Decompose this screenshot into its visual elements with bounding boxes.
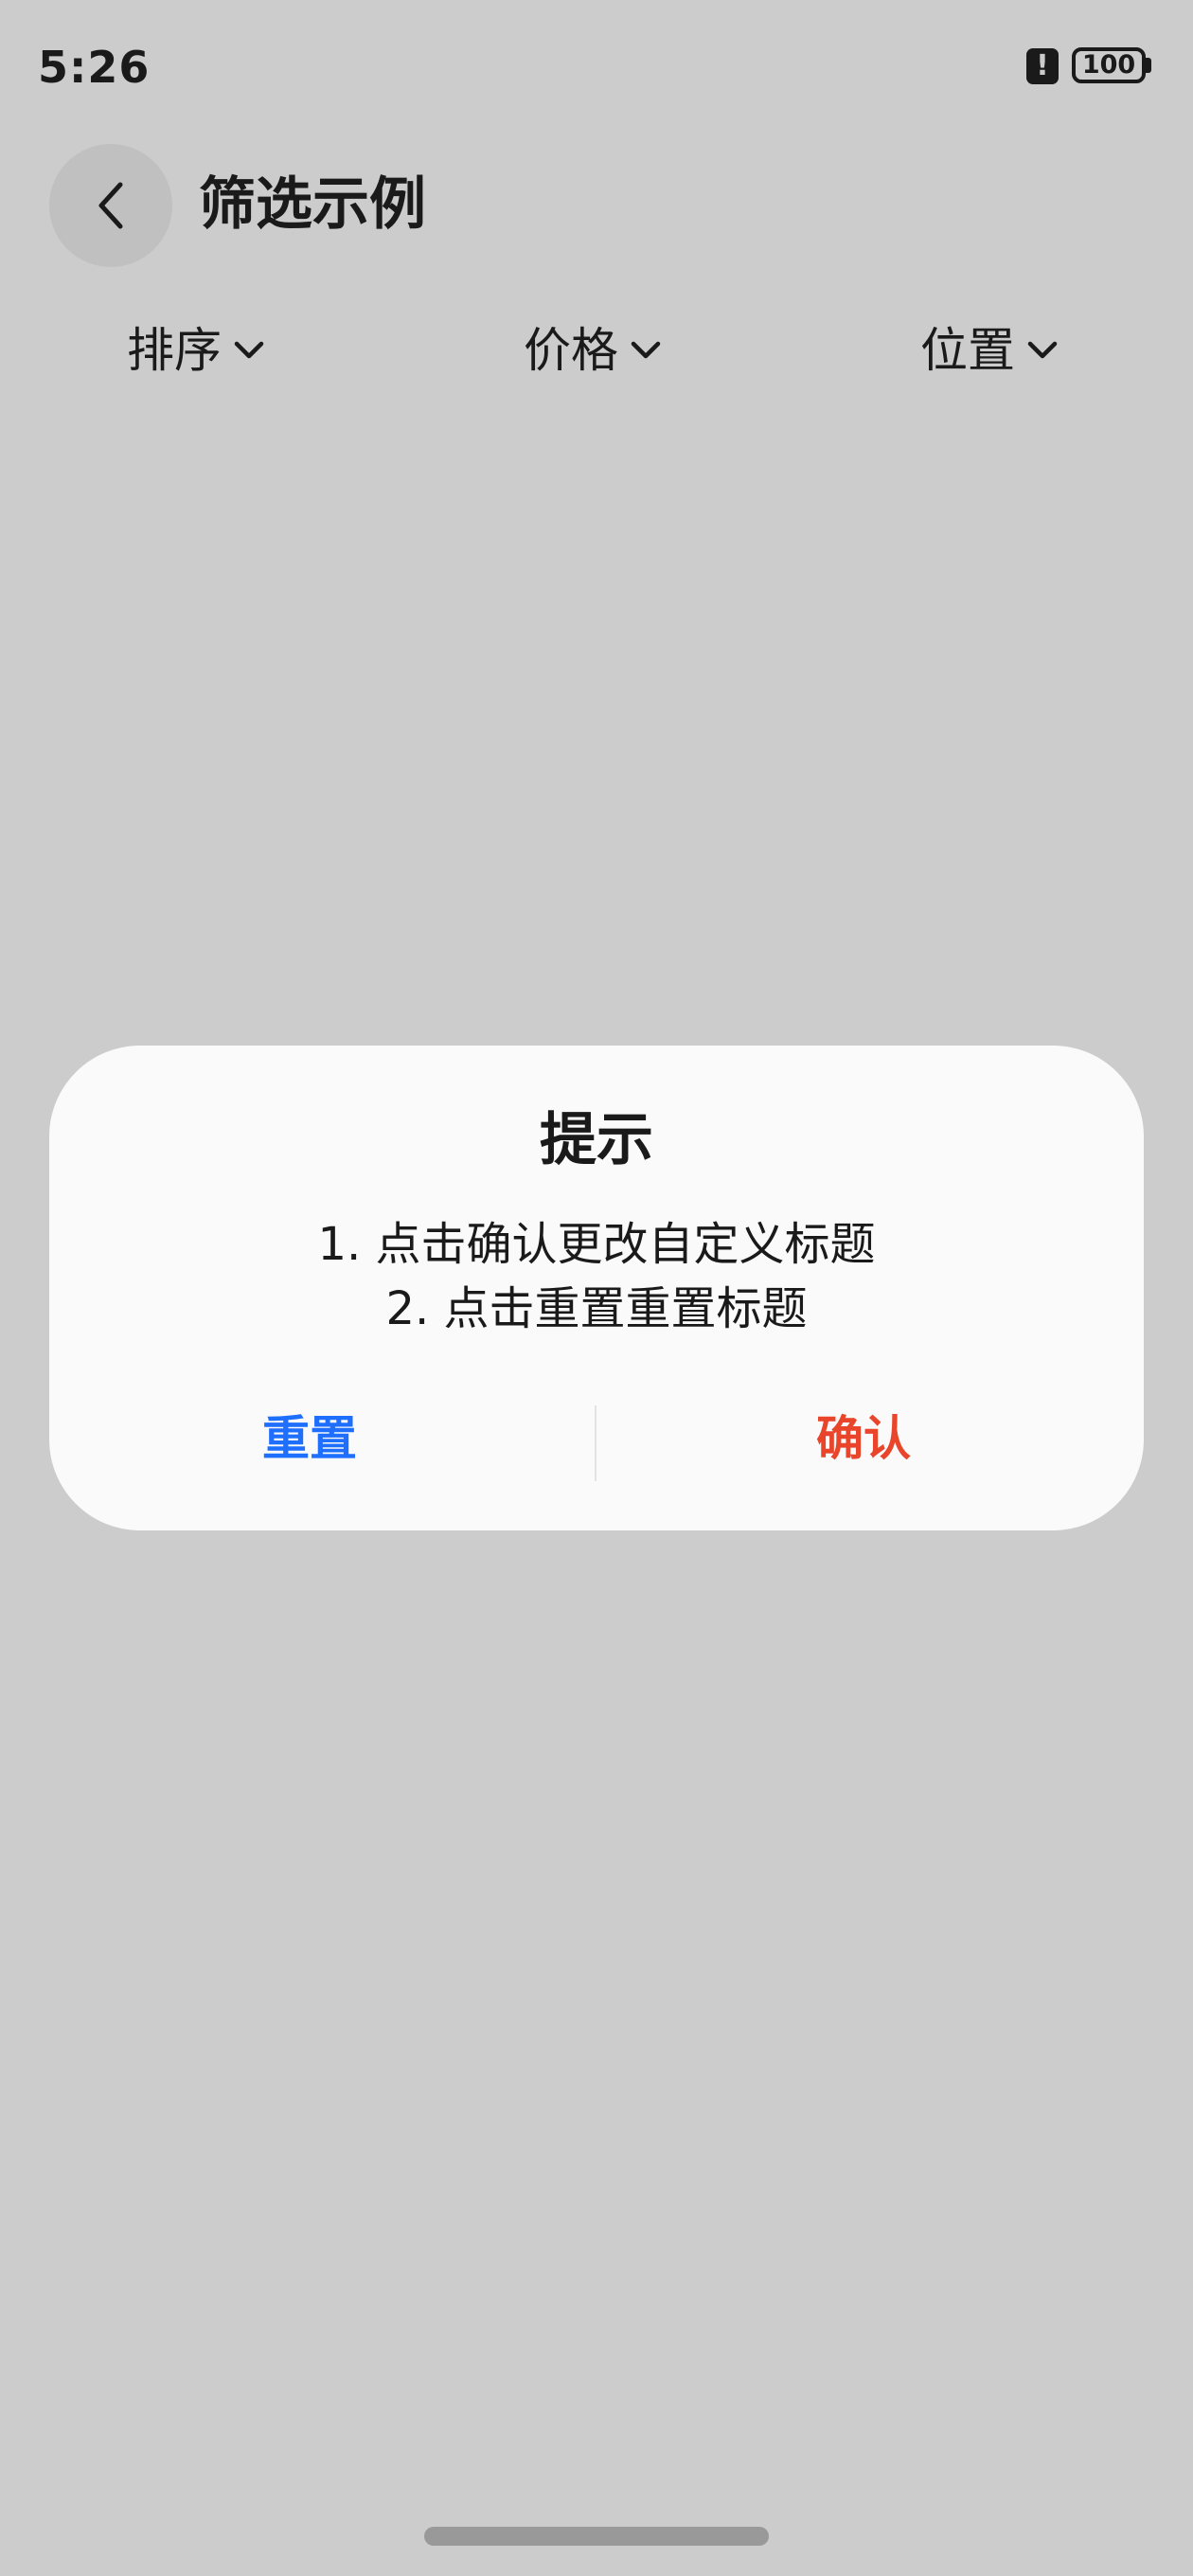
chevron-left-icon: [98, 182, 123, 229]
dialog-actions: 重置 确认: [49, 1377, 1144, 1500]
dialog-message: 1. 点击确认更改自定义标题 2. 点击重置重置标题: [49, 1212, 1144, 1341]
battery-icon: 100: [1072, 47, 1146, 83]
dialog-title: 提示: [540, 1107, 653, 1173]
battery-cap: [1146, 58, 1151, 73]
filter-price-label: 价格: [524, 323, 618, 378]
filter-sort-label: 排序: [127, 323, 222, 378]
reset-button[interactable]: 重置: [97, 1377, 523, 1500]
status-time: 5:26: [38, 42, 151, 93]
filter-sort[interactable]: 排序: [127, 313, 265, 388]
filter-location[interactable]: 位置: [920, 313, 1059, 388]
button-divider: [595, 1405, 596, 1481]
chevron-down-icon: [1026, 339, 1059, 362]
chevron-down-icon: [233, 339, 265, 362]
back-button[interactable]: [49, 144, 172, 267]
filter-location-label: 位置: [920, 323, 1015, 378]
confirm-button[interactable]: 确认: [646, 1377, 1081, 1500]
chevron-down-icon: [630, 339, 662, 362]
dialog-message-line: 2. 点击重置重置标题: [385, 1282, 808, 1335]
alert-dialog: 提示 1. 点击确认更改自定义标题 2. 点击重置重置标题 重置 确认: [49, 1046, 1144, 1530]
dialog-message-line: 1. 点击确认更改自定义标题: [317, 1218, 876, 1271]
status-bar: 5:26 ! 100: [0, 0, 1193, 133]
filter-price[interactable]: 价格: [524, 313, 662, 388]
filter-bar: 排序 价格 位置: [0, 313, 1193, 388]
page-title: 筛选示例: [199, 171, 426, 238]
home-indicator[interactable]: [424, 2527, 769, 2546]
alert-icon: !: [1026, 48, 1059, 84]
battery-level: 100: [1078, 52, 1139, 78]
